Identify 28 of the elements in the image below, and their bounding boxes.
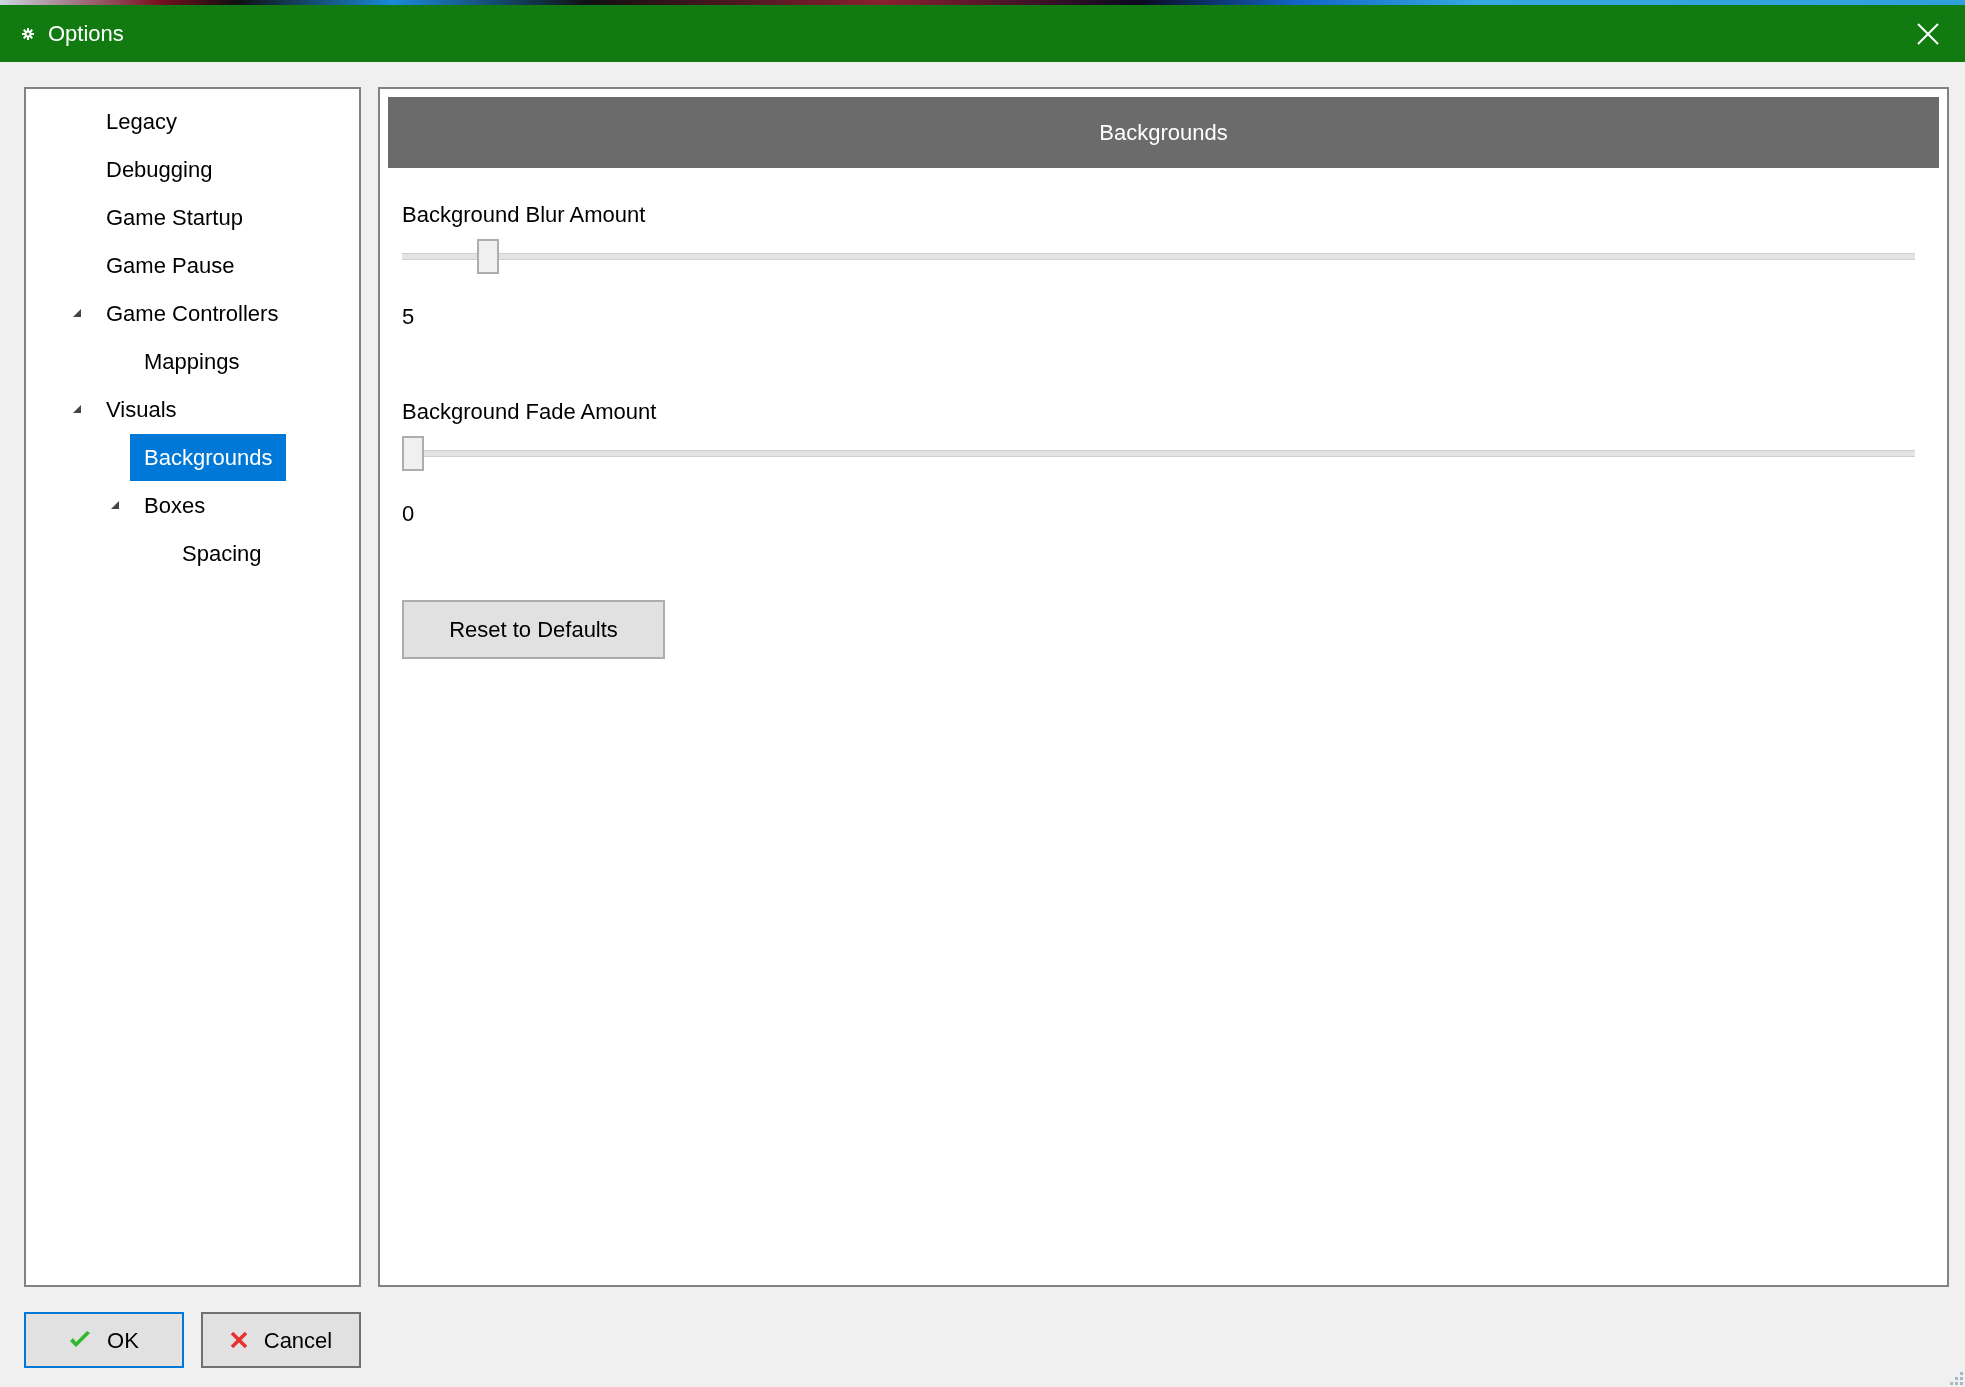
- dialog-button[interactable]: Cancel: [201, 1312, 361, 1368]
- slider-value: 0: [402, 500, 415, 528]
- tree-item[interactable]: Legacy: [92, 97, 191, 145]
- reset-button[interactable]: Reset to Defaults: [402, 600, 665, 659]
- slider-label: Background Blur Amount: [402, 201, 646, 229]
- tree-item[interactable]: Spacing: [168, 529, 276, 577]
- tree-item[interactable]: Mappings: [130, 337, 254, 385]
- check-icon: [69, 1331, 92, 1349]
- tree-item[interactable]: Visuals: [92, 385, 191, 433]
- tree-item[interactable]: Boxes: [130, 481, 220, 529]
- slider-thumb[interactable]: [402, 436, 424, 471]
- slider-value: 5: [402, 303, 415, 331]
- tree-item[interactable]: Backgrounds: [130, 433, 287, 481]
- cross-icon: [229, 1331, 248, 1349]
- panel-header-title: Backgrounds: [1099, 119, 1228, 147]
- resize-grip-icon[interactable]: [1949, 1371, 1963, 1385]
- tree-item[interactable]: Game Startup: [92, 193, 257, 241]
- expanded-triangle-icon[interactable]: [110, 500, 120, 510]
- tree-item[interactable]: Game Controllers: [92, 289, 293, 337]
- expanded-triangle-icon[interactable]: [72, 404, 82, 414]
- dialog-button[interactable]: OK: [24, 1312, 184, 1368]
- tree-item[interactable]: Game Pause: [92, 241, 249, 289]
- slider-label: Background Fade Amount: [402, 398, 657, 426]
- tree-item[interactable]: Debugging: [92, 145, 227, 193]
- window-title: Options: [48, 20, 124, 48]
- expanded-triangle-icon[interactable]: [72, 308, 82, 318]
- gear-icon: [22, 27, 34, 40]
- slider-thumb[interactable]: [476, 239, 499, 274]
